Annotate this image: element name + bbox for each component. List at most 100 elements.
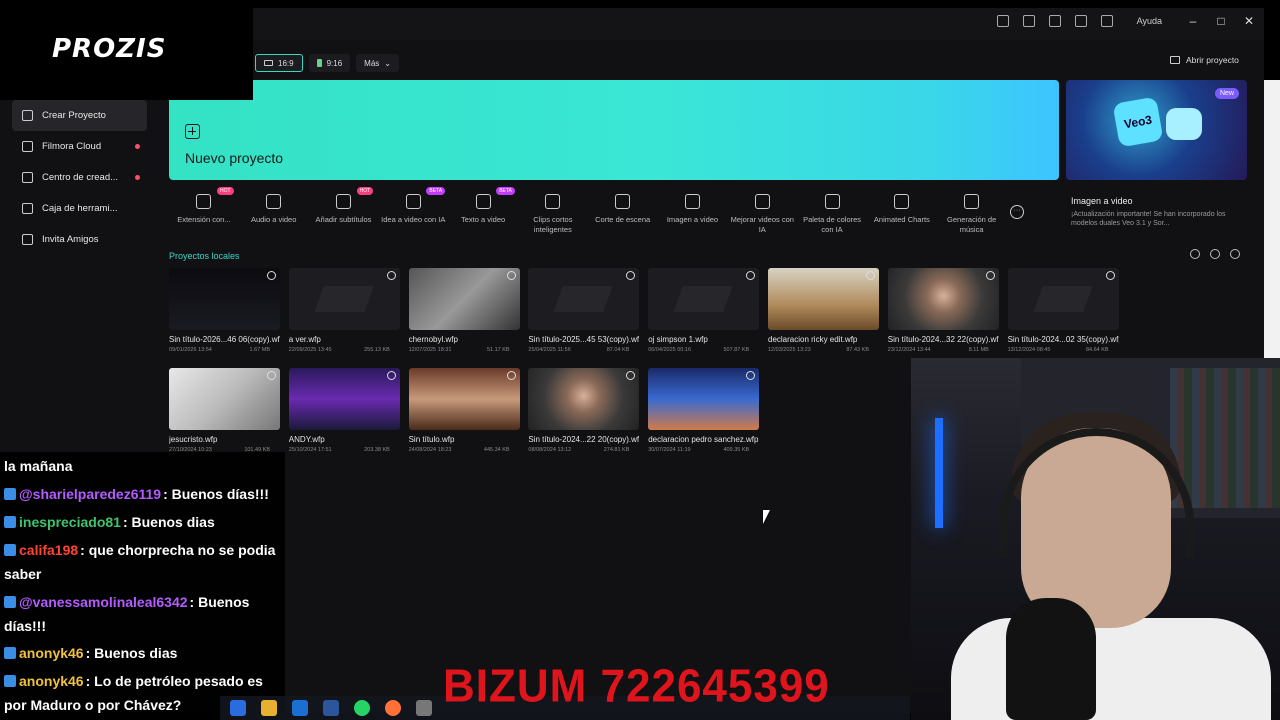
project-thumbnail [528,368,640,430]
project-card[interactable]: oj simpson 1.wfp 06/04/2025 00:16 507.87 K… [648,268,760,353]
tool-label: Paleta de colores con IA [803,215,862,234]
cloud-upload-icon[interactable] [1105,271,1115,280]
notification-dot [135,144,140,149]
project-card[interactable]: ANDY.wfp 25/10/2024 17:51 203.38 KB [288,368,400,453]
cloud-upload-icon[interactable] [746,271,756,280]
maximize-button[interactable]: □ [1214,14,1228,28]
window-controls: Ayuda – □ ✕ [996,14,1256,28]
project-size: 87.43 KB [846,347,869,353]
tool-item[interactable]: Imagen a video [658,188,728,240]
tool-item[interactable]: Añadir subtítulos HOT [309,187,379,240]
tool-item[interactable]: Extensión con... HOT [169,187,239,240]
outlook-icon[interactable] [292,700,308,716]
project-name: declaracion pedro sanchez.wfp [648,435,759,444]
cloud-upload-icon[interactable] [746,371,756,380]
tool-badge: BETA [426,187,446,195]
project-date: 12/07/2025 18:31 [408,347,452,353]
cloud-upload-icon[interactable] [985,271,995,280]
project-card[interactable]: chernobyl.wfp 12/07/2025 18:31 51.17 KB [408,268,520,353]
microphone [1006,598,1096,720]
chat-username: inespreciado81 [19,514,121,530]
sidebar-item-invite-friends[interactable]: Invita Amigos [0,224,155,255]
project-thumbnail [169,268,280,330]
more-tools-button[interactable]: ··· [1010,205,1024,219]
app-icon[interactable] [416,700,432,716]
cloud-upload-icon[interactable] [506,371,516,380]
project-size: 445.34 KB [483,447,510,453]
tool-item[interactable]: Generación de música [937,188,1007,240]
project-card[interactable]: Sin título-2024...02 35(copy).wfp 13/12/2… [1007,268,1119,353]
tool-item[interactable]: Mejorar videos con IA [727,188,797,240]
close-button[interactable]: ✕ [1242,14,1256,28]
tool-icon [894,194,910,209]
cloud-upload-icon[interactable] [626,371,636,380]
open-project-button[interactable]: Abrir proyecto [1170,55,1239,65]
project-thumbnail [528,268,640,330]
project-card[interactable]: Sin título.wfp 24/08/2024 18:23 445.34 KB [408,368,520,453]
project-card[interactable]: Sin título-2024...32 22(copy).wfp 23/12/2… [887,268,999,353]
project-card[interactable]: Sin título-2026...46 06(copy).wfp 09/01/2… [169,268,280,353]
whatsapp-icon[interactable] [354,700,370,716]
grid-icon[interactable] [1074,15,1087,27]
tool-label: Corte de escena [595,215,651,224]
ratio-more-dropdown[interactable]: Más ⌄ [356,54,399,72]
cloud-icon[interactable] [1048,15,1061,27]
ratio-9-16-button[interactable]: 9:16 [308,54,351,72]
project-meta: 22/09/2025 13:45 255.13 KB [289,347,400,353]
cloud-upload-icon[interactable] [267,371,276,380]
help-menu[interactable]: Ayuda [1137,16,1162,26]
tool-item[interactable]: Audio a video [239,188,309,240]
project-size: 8.11 MB [968,347,989,353]
tool-item[interactable]: Animated Charts [867,188,937,240]
tool-badge: BETA [496,187,515,195]
minimize-button[interactable]: – [1186,14,1200,28]
project-date: 12/03/2025 13:23 [768,347,811,353]
project-card[interactable]: declaracion ricky edit.wfp 12/03/2025 13:… [768,268,879,353]
tool-item[interactable]: Idea a video con IA BETA [378,187,448,240]
firefox-icon[interactable] [385,700,401,716]
cloud-upload-icon[interactable] [386,371,396,380]
project-size: 255.13 KB [364,347,390,353]
aspect-ratio-bar: 16:9 9:16 Más ⌄ [255,54,399,72]
project-thumbnail [288,268,400,330]
promo-banner[interactable]: Veo3 New [1066,80,1247,180]
project-size: 51.17 KB [486,347,510,353]
tool-item[interactable]: Texto a video BETA [448,187,518,240]
folder-icon [1170,56,1180,64]
tool-item[interactable]: Clips cortos inteligentes [518,188,588,240]
cloud-upload-icon[interactable] [506,271,516,280]
project-card[interactable]: Sin título-2024...22 20(copy).wfp 08/08/2… [528,368,640,453]
list-view-icon[interactable] [1230,249,1240,259]
project-card[interactable]: jesucristo.wfp 27/10/2024 10:23 101.49 KB [169,368,280,453]
cloud-upload-icon[interactable] [267,271,276,280]
edge-icon[interactable] [230,700,246,716]
project-card[interactable]: Sin título-2025...45 53(copy).wfp 25/04/2… [528,268,640,353]
word-icon[interactable] [323,700,339,716]
explorer-icon[interactable] [261,700,277,716]
project-card[interactable]: a ver.wfp 22/09/2025 13:45 255.13 KB [288,268,400,353]
ratio-16-9-button[interactable]: 16:9 [255,54,303,72]
new-project-card[interactable]: Nuevo proyecto [169,80,1059,180]
send-icon[interactable] [996,15,1009,27]
tool-icon [754,194,770,209]
cloud-upload-icon[interactable] [626,271,636,280]
search-icon[interactable] [1190,249,1200,259]
tool-item[interactable]: Corte de escena [588,188,658,240]
project-name: jesucristo.wfp [169,435,218,444]
project-date: 25/04/2025 11:56 [528,347,571,353]
cloud-upload-icon[interactable] [866,271,875,280]
project-name: ANDY.wfp [288,435,325,444]
headset-icon[interactable] [1100,15,1113,27]
project-date: 23/12/2024 13:44 [887,347,931,353]
sidebar-item-filmora-cloud[interactable]: Filmora Cloud [0,131,155,162]
cloud-upload-icon[interactable] [386,271,396,280]
sidebar-item-creator-center[interactable]: Centro de cread... [0,162,155,193]
tool-item[interactable]: Paleta de colores con IA [797,188,867,240]
tool-icon [545,194,561,209]
sidebar-item-toolbox[interactable]: Caja de herrami... [0,193,155,224]
bizum-overlay: BIZUM 722645399 [443,660,830,713]
project-card[interactable]: declaracion pedro sanchez.wfp 30/07/2024 … [648,368,760,453]
inbox-icon[interactable] [1022,15,1035,27]
refresh-icon[interactable] [1210,249,1220,259]
sidebar-item-create-project[interactable]: Crear Proyecto [12,100,147,131]
